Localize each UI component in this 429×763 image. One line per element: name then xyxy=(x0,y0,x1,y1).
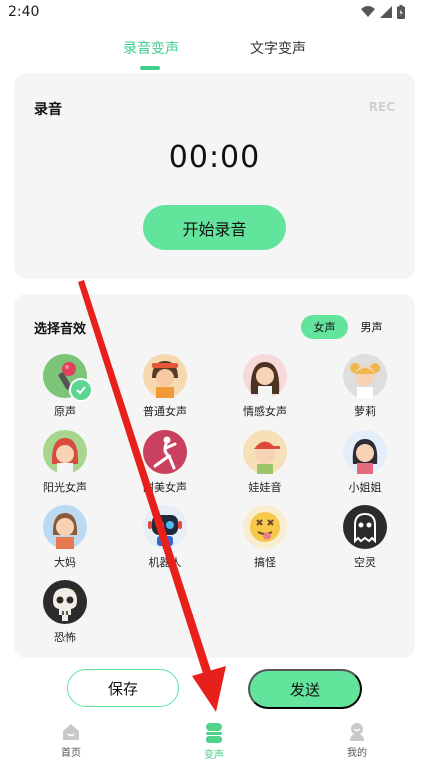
effect-label: 萝莉 xyxy=(354,405,376,418)
redhair-girl-avatar-icon xyxy=(43,430,87,474)
status-time: 2:40 xyxy=(8,4,40,20)
record-title: 录音 xyxy=(34,102,62,118)
tab-text-voice[interactable]: 文字变声 xyxy=(250,38,306,58)
effect-label: 甜美女声 xyxy=(143,481,187,494)
robot-avatar-icon xyxy=(143,505,187,549)
nav-item-home[interactable]: 首页 xyxy=(41,722,101,759)
effect-horror[interactable]: 恐怖 xyxy=(25,580,105,645)
ghost-avatar-icon xyxy=(343,505,387,549)
aunt-avatar-icon xyxy=(43,505,87,549)
male-voice-option[interactable]: 男声 xyxy=(348,315,395,339)
rec-label: REC xyxy=(368,100,395,114)
silly-face-avatar-icon xyxy=(243,505,287,549)
dancer-avatar-icon xyxy=(143,430,187,474)
top-tabs: 录音变声 文字变声 xyxy=(0,34,429,74)
effect-original[interactable]: 原声 xyxy=(25,354,105,419)
nav-label: 首页 xyxy=(61,748,81,759)
effect-label: 机器人 xyxy=(148,556,182,569)
effect-label: 搞怪 xyxy=(254,556,276,569)
effect-funny[interactable]: 搞怪 xyxy=(225,505,305,570)
nav-label: 我的 xyxy=(347,748,367,759)
skull-avatar-icon xyxy=(43,580,87,624)
effect-sweet-female[interactable]: 甜美女声 xyxy=(125,430,205,495)
female-voice-option[interactable]: 女声 xyxy=(301,315,348,339)
effect-young-lady[interactable]: 小姐姐 xyxy=(325,430,405,495)
home-icon xyxy=(63,724,79,740)
voice-change-icon xyxy=(206,723,222,743)
effect-emotional-female[interactable]: 情感女声 xyxy=(225,354,305,419)
save-button[interactable]: 保存 xyxy=(67,669,179,707)
send-button[interactable]: 发送 xyxy=(248,669,362,709)
effect-label: 小姐姐 xyxy=(348,481,382,494)
effects-title: 选择音效 xyxy=(34,322,87,337)
effect-label: 情感女声 xyxy=(243,405,287,418)
effect-label: 普通女声 xyxy=(143,405,187,418)
nav-item-voice-change[interactable]: 变声 xyxy=(184,722,244,761)
start-recording-button[interactable]: 开始录音 xyxy=(143,205,286,250)
effect-loli[interactable]: 萝莉 xyxy=(325,354,405,419)
girl-avatar-icon xyxy=(343,354,387,398)
effect-sunny-female[interactable]: 阳光女声 xyxy=(25,430,105,495)
status-bar: 2:40 xyxy=(0,0,429,26)
effect-label: 娃娃音 xyxy=(248,481,282,494)
nav-label: 变声 xyxy=(204,750,224,761)
system-icons xyxy=(361,5,405,19)
effect-ethereal[interactable]: 空灵 xyxy=(325,505,405,570)
effects-card: 选择音效 女声 男声 原声 普通女声 情感女声 萝莉 阳光女声 甜美女声 娃娃音… xyxy=(14,294,415,658)
record-card: 录音 REC 00:00 开始录音 xyxy=(14,73,415,279)
battery-icon xyxy=(397,5,405,19)
effect-label: 大妈 xyxy=(54,556,76,569)
woman-avatar-icon xyxy=(143,354,187,398)
tab-record-voice[interactable]: 录音变声 xyxy=(123,38,179,58)
selected-check-icon xyxy=(69,378,93,402)
profile-icon xyxy=(350,723,364,741)
tab-indicator xyxy=(140,66,160,70)
wifi-icon xyxy=(361,6,375,17)
effect-label: 原声 xyxy=(54,405,76,418)
effect-robot[interactable]: 机器人 xyxy=(125,505,205,570)
effect-baby-voice[interactable]: 娃娃音 xyxy=(225,430,305,495)
effect-label: 阳光女声 xyxy=(43,481,87,494)
young-woman-avatar-icon xyxy=(343,430,387,474)
microphone-avatar-icon xyxy=(43,354,93,402)
nav-item-profile[interactable]: 我的 xyxy=(327,722,387,759)
record-timer: 00:00 xyxy=(168,140,261,175)
woman-longhair-avatar-icon xyxy=(243,354,287,398)
signal-icon xyxy=(380,6,392,18)
bottom-navigation: 首页 变声 我的 xyxy=(0,716,429,763)
effect-label: 恐怖 xyxy=(54,631,76,644)
kid-cap-avatar-icon xyxy=(243,430,287,474)
effect-label: 空灵 xyxy=(354,556,376,569)
effect-auntie[interactable]: 大妈 xyxy=(25,505,105,570)
effect-normal-female[interactable]: 普通女声 xyxy=(125,354,205,419)
gender-toggle: 女声 男声 xyxy=(301,315,395,339)
action-bar: 保存 发送 xyxy=(0,669,429,709)
